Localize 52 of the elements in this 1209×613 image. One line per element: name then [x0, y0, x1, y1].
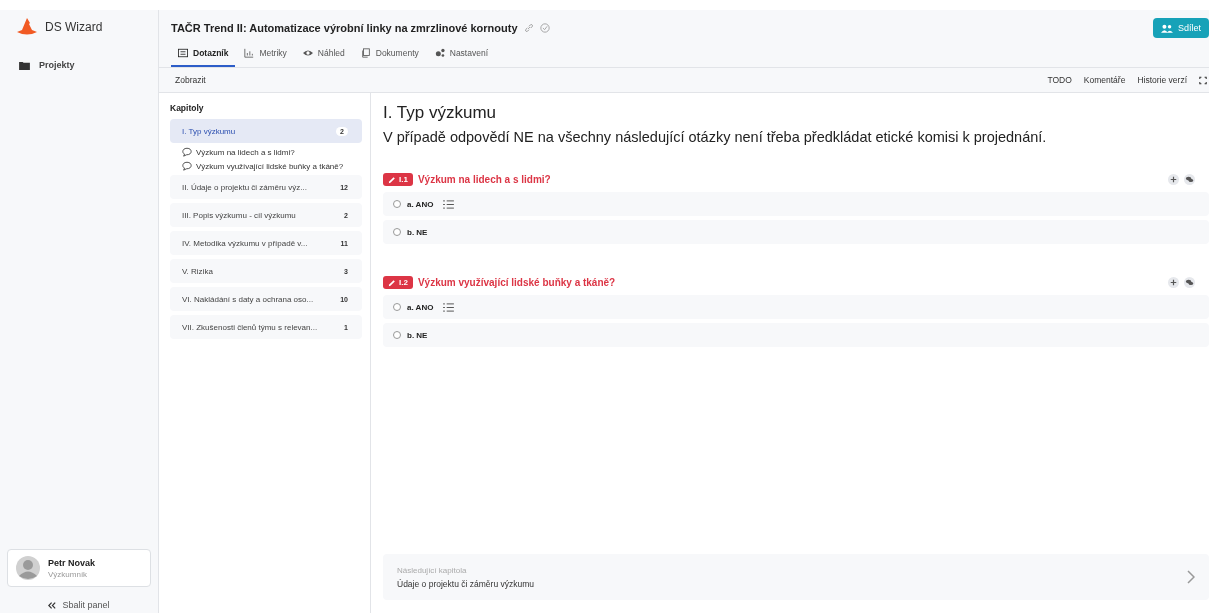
toolbar-button[interactable]: Historie verzí	[1137, 75, 1187, 85]
avatar-icon	[16, 556, 40, 580]
radio-button[interactable]	[393, 331, 401, 339]
toolbar-button[interactable]: Komentáře	[1083, 75, 1126, 85]
tab[interactable]: Dotazník	[171, 46, 236, 67]
user-role: Výzkumník	[48, 569, 89, 579]
answer-label: a. ANO	[407, 199, 434, 209]
user-name: Petr Novak	[48, 557, 96, 568]
tab[interactable]: Dokumenty	[353, 46, 426, 67]
sidebar-item[interactable]: Projekty	[7, 56, 151, 74]
tab[interactable]: Nastavení	[427, 46, 496, 67]
answer-label: b. NE	[407, 227, 428, 237]
user-card[interactable]: Petr Novak Výzkumník	[7, 549, 151, 587]
question-title: Výzkum využívající lidské buňky a tkáně?	[417, 277, 616, 288]
answer-option[interactable]: b. NE	[383, 323, 1209, 347]
double-chevron-left-icon	[48, 601, 57, 609]
chevron-right-icon	[1187, 570, 1195, 584]
eye-icon	[302, 48, 313, 58]
radio-button[interactable]	[393, 200, 401, 208]
tab[interactable]: Metriky	[237, 46, 294, 67]
question-link[interactable]: Výzkum využívající lidské buňky a tkáně?	[170, 161, 362, 171]
toolbar-button[interactable]: TODO	[1047, 75, 1072, 85]
answer-option[interactable]: a. ANO	[383, 295, 1209, 319]
collapse-panel-button[interactable]: Sbalit panel	[48, 599, 110, 611]
chapter-title: I. Typ výzkumu	[383, 103, 498, 123]
app-name: DS Wizard	[45, 20, 103, 34]
check-circle-icon	[539, 23, 550, 33]
folder-icon	[19, 60, 30, 70]
chapters-heading: Kapitoly	[170, 103, 205, 113]
view-menu-button[interactable]: Zobrazit	[175, 75, 206, 85]
question-number-badge: I.2	[383, 276, 413, 289]
question-link[interactable]: Výzkum na lidech a s lidmi?	[170, 147, 362, 157]
fullscreen-icon[interactable]	[1199, 75, 1207, 85]
answer-label: a. ANO	[407, 302, 434, 312]
plus-icon[interactable]	[1168, 277, 1179, 288]
question-title: Výzkum na lidech a s lidmi?	[417, 174, 551, 185]
list-icon	[178, 48, 188, 58]
answer-option[interactable]: a. ANO	[383, 192, 1209, 216]
question-number-badge: I.1	[383, 173, 413, 186]
plus-icon[interactable]	[1168, 174, 1179, 185]
bar-chart-icon	[244, 48, 255, 58]
answer-option[interactable]: b. NE	[383, 220, 1209, 244]
documents-icon	[360, 48, 371, 58]
radio-button[interactable]	[393, 228, 401, 236]
project-title: TAČR Trend II: Automatizace výrobní linky na zmrzlinové kornouty	[171, 22, 518, 34]
radio-button[interactable]	[393, 303, 401, 311]
wizard-hat-icon	[17, 18, 37, 36]
next-chapter-link[interactable]: Následující kapitola Údaje o projektu či záměru výzkumu	[383, 554, 1209, 600]
users-icon	[1161, 23, 1173, 33]
answer-label: b. NE	[407, 330, 428, 340]
chapter-description: V případě odpovědí NE na všechny následující otázky není třeba předkládat etické komisi k projednání.	[383, 129, 1048, 145]
tab[interactable]: Náhled	[295, 46, 352, 67]
